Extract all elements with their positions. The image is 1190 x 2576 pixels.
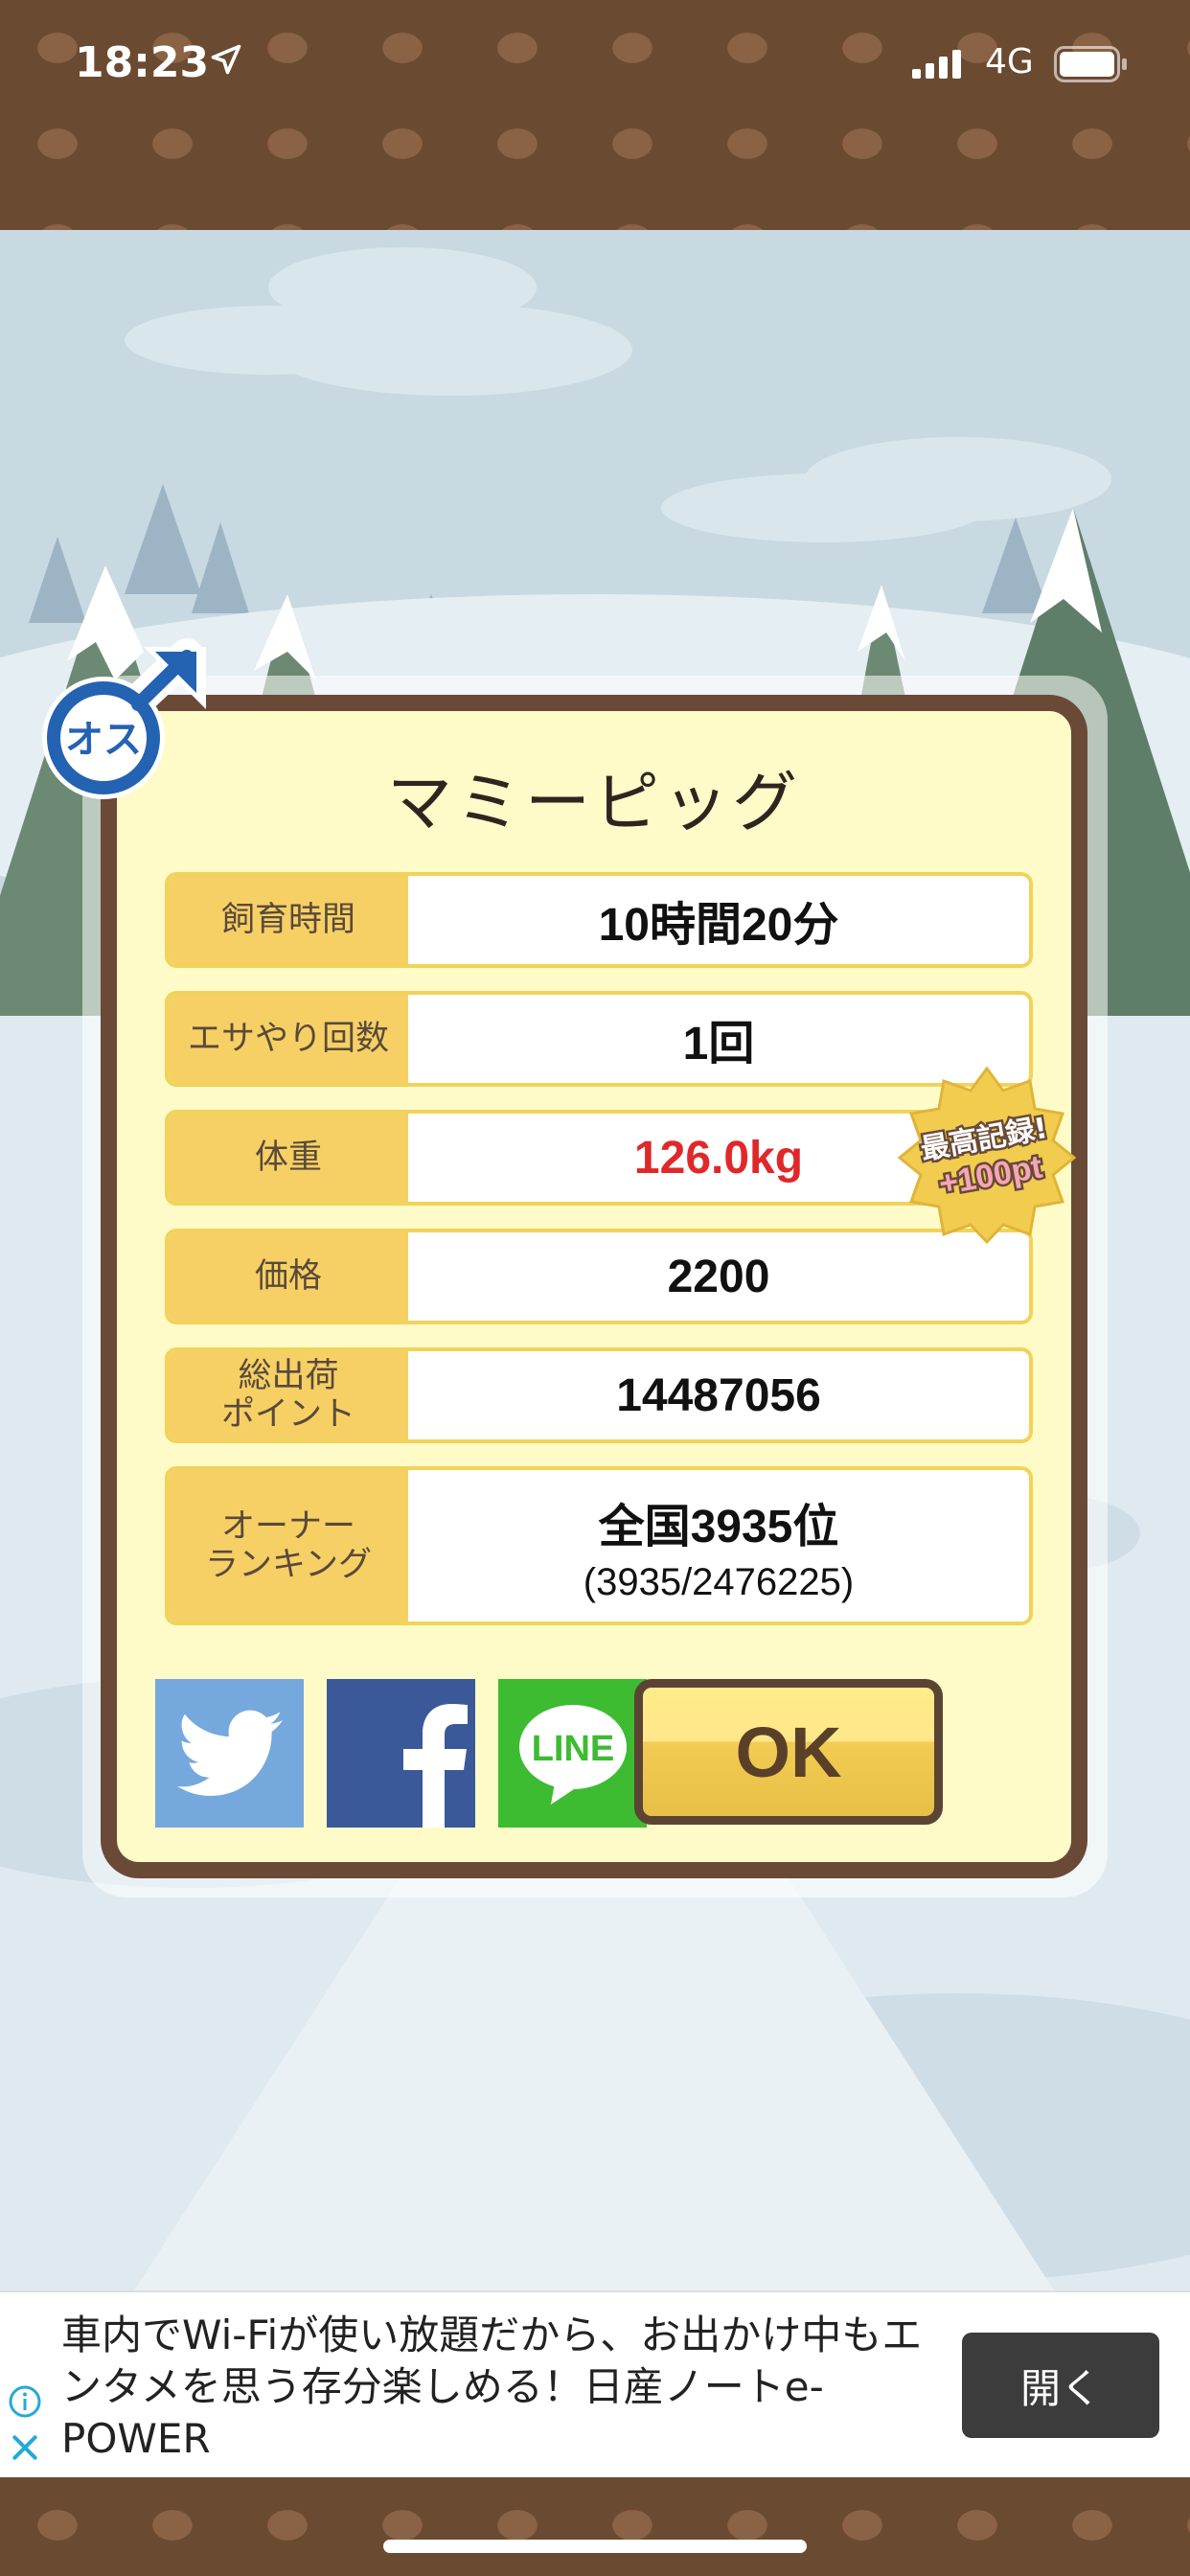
status-bar: 18:23 4G — [0, 0, 1190, 134]
row-label: 飼育時間 — [169, 876, 408, 964]
network-type: 4G — [985, 42, 1034, 81]
ad-banner[interactable]: 車内でWi-Fiが使い放題だから、お出かけ中もエンタメを思う存分楽しめる！日産ノ… — [0, 2290, 1190, 2477]
row-value: 全国3935位 (3935/2476225) — [408, 1470, 1029, 1622]
battery-icon — [1054, 46, 1127, 82]
ad-text: 車内でWi-Fiが使い放題だから、お出かけ中もエンタメを思う存分楽しめる！日産ノ… — [61, 2312, 923, 2462]
facebook-f-icon — [403, 1704, 468, 1828]
location-arrow-icon — [211, 44, 241, 75]
bottom-pattern-bar — [0, 2477, 1190, 2576]
ok-button[interactable]: OK — [634, 1679, 943, 1825]
row-value-text: 2200 — [667, 1251, 770, 1302]
row-value: 10時間20分 — [408, 876, 1029, 964]
result-card: マミーピッグ 飼育時間 10時間20分 エサやり回数 1回 体重 126.0kg… — [101, 695, 1087, 1878]
close-ad-icon[interactable] — [10, 2432, 40, 2463]
info-icon[interactable] — [8, 2384, 42, 2419]
gender-label: オス — [65, 718, 142, 762]
male-gender-icon: オス — [42, 638, 206, 799]
row-value-text: 14487056 — [616, 1369, 821, 1421]
line-logo-icon: LINE — [518, 1704, 627, 1805]
facebook-share-button[interactable] — [327, 1679, 475, 1828]
ranking-detail-text: (3935/2476225) — [583, 1560, 855, 1603]
signal-icon — [912, 50, 961, 79]
twitter-share-button[interactable] — [155, 1679, 304, 1828]
row-label: 価格 — [169, 1232, 408, 1321]
row-value-text: 10時間20分 — [598, 900, 839, 951]
status-time: 18:23 — [75, 38, 210, 87]
row-value-text: 1回 — [682, 1019, 755, 1070]
ad-open-button[interactable]: 開く — [962, 2333, 1159, 2438]
row-owner-ranking: オーナー ランキング 全国3935位 (3935/2476225) — [165, 1466, 1033, 1625]
twitter-bird-icon — [176, 1710, 283, 1796]
home-indicator[interactable] — [383, 2540, 807, 2553]
row-total-points: 総出荷 ポイント 14487056 — [165, 1347, 1033, 1443]
line-share-button[interactable]: LINE — [498, 1679, 647, 1828]
ranking-value-text: 全国3935位 — [598, 1501, 839, 1552]
row-label: オーナー ランキング — [169, 1470, 408, 1622]
pig-name-title: マミーピッグ — [386, 766, 801, 841]
row-breeding-time: 飼育時間 10時間20分 — [165, 872, 1033, 968]
row-label: 総出荷 ポイント — [169, 1351, 408, 1439]
row-value: 14487056 — [408, 1351, 1029, 1439]
weight-value-text: 126.0kg — [633, 1132, 804, 1184]
line-logo-text: LINE — [531, 1729, 614, 1769]
best-record-badge: 最高記録! +100pt — [897, 1066, 1077, 1245]
row-label: エサやり回数 — [169, 995, 408, 1083]
row-label: 体重 — [169, 1114, 408, 1202]
